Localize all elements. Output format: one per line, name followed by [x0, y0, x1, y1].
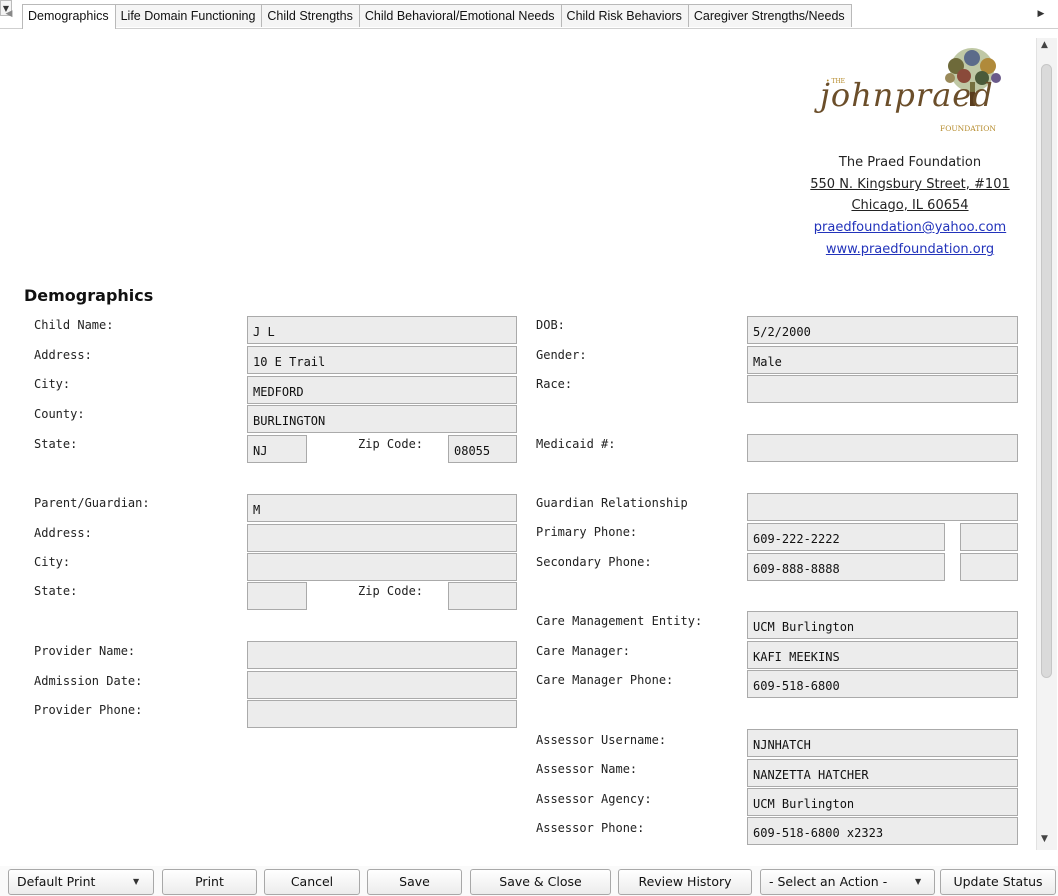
- child-address-label: Address:: [34, 348, 92, 362]
- assessor-username-label: Assessor Username:: [536, 733, 667, 747]
- section-title: Demographics: [24, 286, 154, 305]
- gender-field[interactable]: Male: [747, 346, 1018, 374]
- scroll-down-icon[interactable]: ▼: [1041, 834, 1048, 844]
- update-status-button[interactable]: Update Status: [940, 869, 1056, 895]
- default-print-label: Default Print: [17, 874, 96, 889]
- care-entity-field[interactable]: UCM Burlington: [747, 611, 1018, 639]
- guardian-city-label: City:: [34, 555, 71, 569]
- assessor-name-label: Assessor Name:: [536, 762, 638, 776]
- provider-phone-label: Provider Phone:: [34, 703, 143, 717]
- care-manager-field[interactable]: KAFI MEEKINS: [747, 641, 1018, 669]
- guardian-zip-field[interactable]: [448, 582, 517, 610]
- guardian-relationship-field[interactable]: [747, 493, 1018, 521]
- child-zip-field[interactable]: 08055: [448, 435, 517, 463]
- assessor-phone-field[interactable]: 609-518-6800 x2323: [747, 817, 1018, 845]
- guardian-relationship-label: Guardian Relationship: [536, 496, 688, 510]
- dob-label: DOB:: [536, 318, 565, 332]
- assessor-username-field[interactable]: NJNHATCH: [747, 729, 1018, 757]
- child-city-field[interactable]: MEDFORD: [247, 376, 517, 404]
- guardian-address-label: Address:: [34, 526, 92, 540]
- chevron-right-icon[interactable]: ▶: [1034, 6, 1048, 22]
- care-manager-phone-label: Care Manager Phone:: [536, 673, 674, 687]
- dob-field[interactable]: 5/2/2000: [747, 316, 1018, 344]
- care-manager-label: Care Manager:: [536, 644, 630, 658]
- org-website-link[interactable]: www.praedfoundation.org: [770, 241, 1050, 259]
- medicaid-field[interactable]: [747, 434, 1018, 462]
- org-name: The Praed Foundation: [838, 155, 982, 170]
- assessor-agency-field[interactable]: UCM Burlington: [747, 788, 1018, 816]
- tab-child-strengths[interactable]: Child Strengths: [261, 4, 360, 27]
- caret-down-icon: ▼: [915, 877, 922, 886]
- primary-phone-ext-field[interactable]: [960, 523, 1018, 551]
- care-entity-label: Care Management Entity:: [536, 614, 703, 628]
- child-name-field[interactable]: J L: [247, 316, 517, 344]
- default-print-dropdown[interactable]: Default Print ▼: [8, 869, 154, 895]
- logo-wordmark: johnpraed: [820, 76, 994, 114]
- tab-list: Demographics Life Domain Functioning Chi…: [22, 4, 852, 29]
- select-action-label: - Select an Action -: [769, 874, 888, 889]
- child-address-field[interactable]: 10 E Trail: [247, 346, 517, 374]
- tab-demographics[interactable]: Demographics: [22, 4, 116, 29]
- print-button[interactable]: Print: [162, 869, 257, 895]
- cancel-button[interactable]: Cancel: [264, 869, 360, 895]
- assessor-name-field[interactable]: NANZETTA HATCHER: [747, 759, 1018, 787]
- provider-phone-field[interactable]: [247, 700, 517, 728]
- guardian-city-field[interactable]: [247, 553, 517, 581]
- care-manager-phone-field[interactable]: 609-518-6800: [747, 670, 1018, 698]
- guardian-zip-label: Zip Code:: [358, 584, 424, 598]
- secondary-phone-field[interactable]: 609-888-8888: [747, 553, 945, 581]
- tab-child-risk-behaviors[interactable]: Child Risk Behaviors: [560, 4, 689, 27]
- tab-bar: ◀ Demographics Life Domain Functioning C…: [0, 0, 1058, 29]
- race-label: Race:: [536, 377, 573, 391]
- save-button[interactable]: Save: [367, 869, 462, 895]
- assessor-phone-label: Assessor Phone:: [536, 821, 645, 835]
- primary-phone-field[interactable]: 609-222-2222: [747, 523, 945, 551]
- guardian-name-field[interactable]: M: [247, 494, 517, 522]
- child-county-label: County:: [34, 407, 85, 421]
- child-city-label: City:: [34, 377, 71, 391]
- tab-child-behavioral-emotional-needs[interactable]: Child Behavioral/Emotional Needs: [358, 4, 562, 27]
- caret-down-icon: ▼: [133, 877, 140, 886]
- review-history-button[interactable]: Review History: [618, 869, 752, 895]
- praed-foundation-logo: • THE johnpraed FOUNDATION: [790, 46, 1030, 146]
- assessor-agency-label: Assessor Agency:: [536, 792, 652, 806]
- secondary-phone-ext-field[interactable]: [960, 553, 1018, 581]
- child-zip-label: Zip Code:: [358, 437, 424, 451]
- save-close-button[interactable]: Save & Close: [470, 869, 611, 895]
- logo-foundation-text: FOUNDATION: [940, 124, 996, 133]
- provider-name-label: Provider Name:: [34, 644, 136, 658]
- admission-date-field[interactable]: [247, 671, 517, 699]
- child-state-label: State:: [34, 437, 78, 451]
- guardian-name-label: Parent/Guardian:: [34, 496, 150, 510]
- bottom-toolbar: Default Print ▼ Print Cancel Save Save &…: [0, 866, 1058, 896]
- medicaid-label: Medicaid #:: [536, 437, 616, 451]
- primary-phone-label: Primary Phone:: [536, 525, 638, 539]
- secondary-phone-label: Secondary Phone:: [536, 555, 652, 569]
- child-state-field[interactable]: NJ: [247, 435, 307, 463]
- guardian-state-field[interactable]: [247, 582, 307, 610]
- guardian-state-label: State:: [34, 584, 78, 598]
- tab-life-domain-functioning[interactable]: Life Domain Functioning: [114, 4, 263, 27]
- org-city-link[interactable]: Chicago, IL 60654: [770, 197, 1050, 215]
- scroll-up-icon[interactable]: ▲: [1041, 40, 1048, 50]
- chevron-left-icon[interactable]: ◀: [2, 6, 16, 22]
- child-county-field[interactable]: BURLINGTON: [247, 405, 517, 433]
- org-email-link[interactable]: praedfoundation@yahoo.com: [770, 219, 1050, 237]
- race-field[interactable]: [747, 375, 1018, 403]
- admission-date-label: Admission Date:: [34, 674, 143, 688]
- tab-caregiver-strengths-needs[interactable]: Caregiver Strengths/Needs: [687, 4, 852, 27]
- child-name-label: Child Name:: [34, 318, 114, 332]
- provider-name-field[interactable]: [247, 641, 517, 669]
- select-action-dropdown[interactable]: - Select an Action - ▼: [760, 869, 935, 895]
- gender-label: Gender:: [536, 348, 587, 362]
- org-street-link[interactable]: 550 N. Kingsbury Street, #101: [770, 176, 1050, 194]
- guardian-address-field[interactable]: [247, 524, 517, 552]
